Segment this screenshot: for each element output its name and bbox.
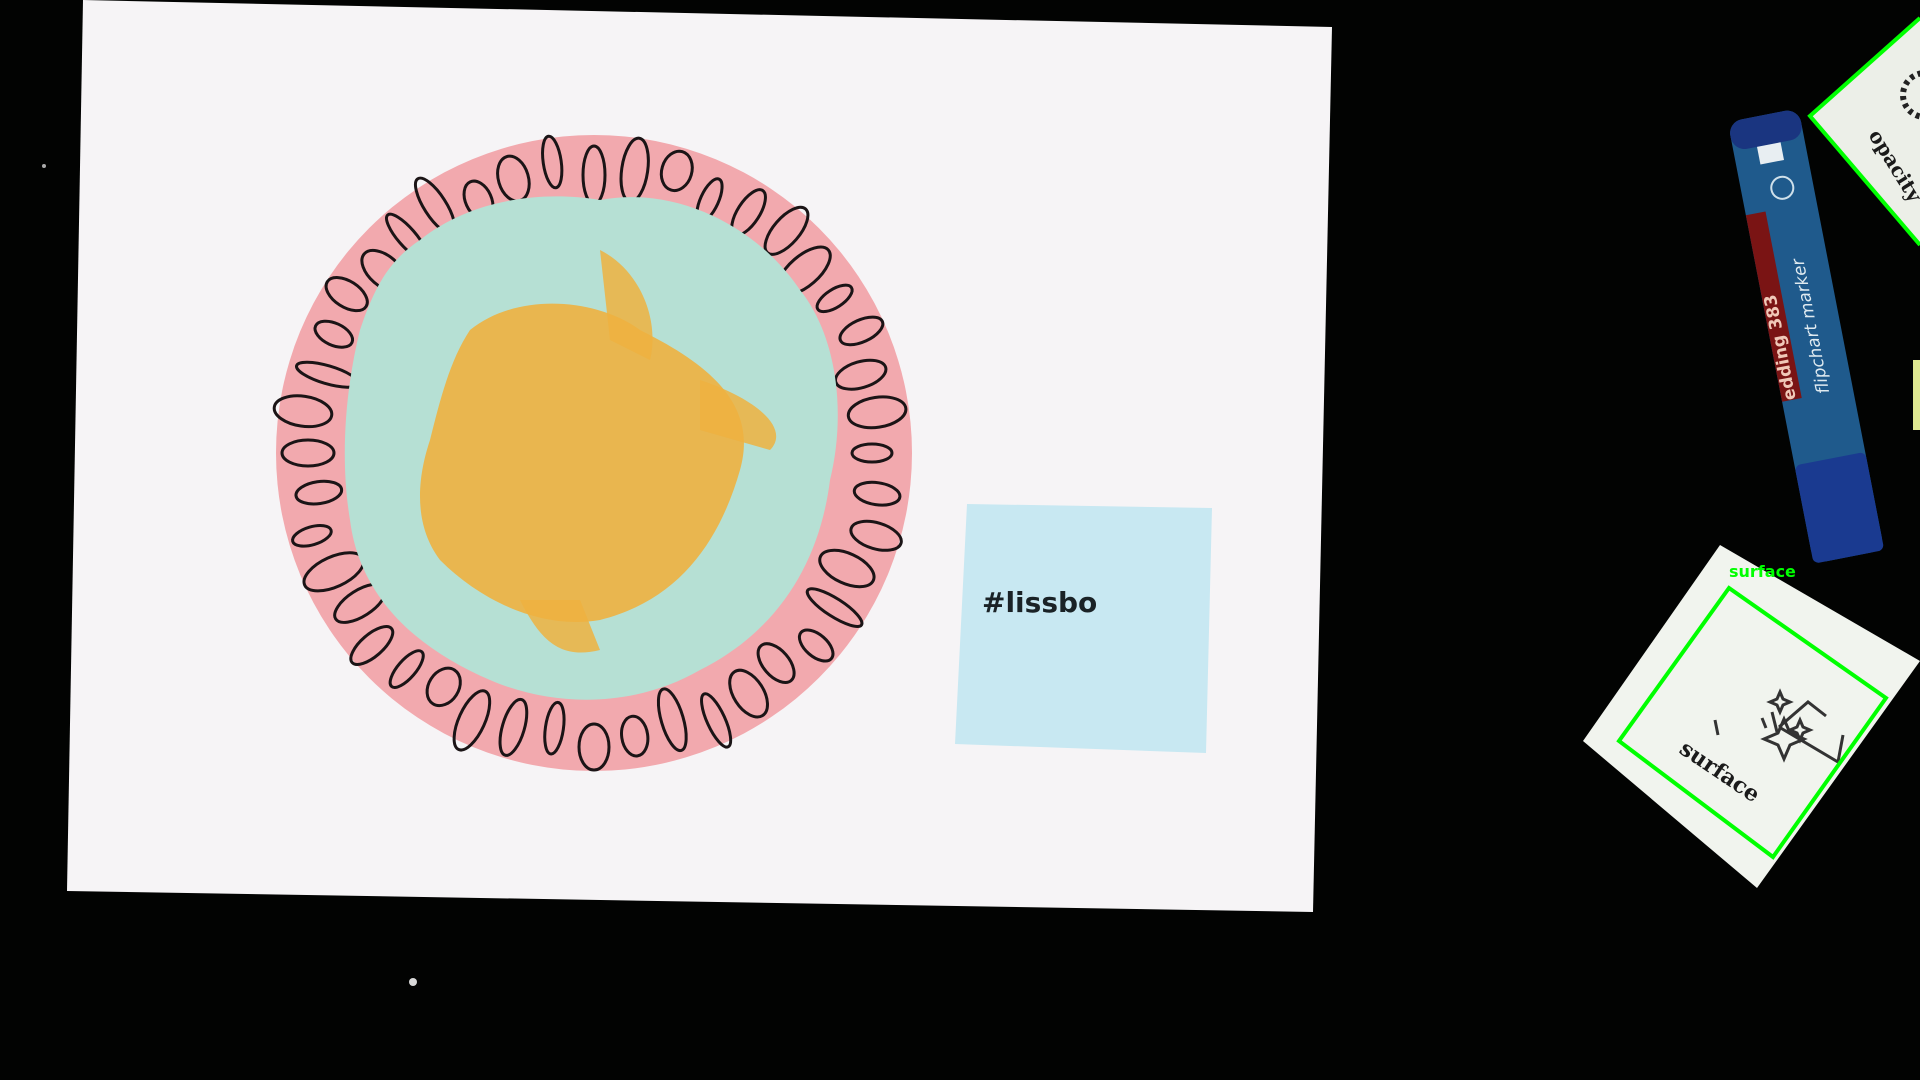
- speck: [409, 978, 417, 986]
- photo-scene: #lissbo edding 383 flipchart marker opac…: [42, 0, 1920, 986]
- speck: [42, 164, 46, 168]
- detection-label-surface: surface: [1729, 562, 1796, 581]
- opacity-card: [1810, 18, 1920, 245]
- surface-card: [1583, 545, 1920, 888]
- yellow-note-edge: [1913, 360, 1920, 430]
- sticky-note-text: #lissbo: [982, 586, 1097, 619]
- sticky-note: [955, 504, 1212, 753]
